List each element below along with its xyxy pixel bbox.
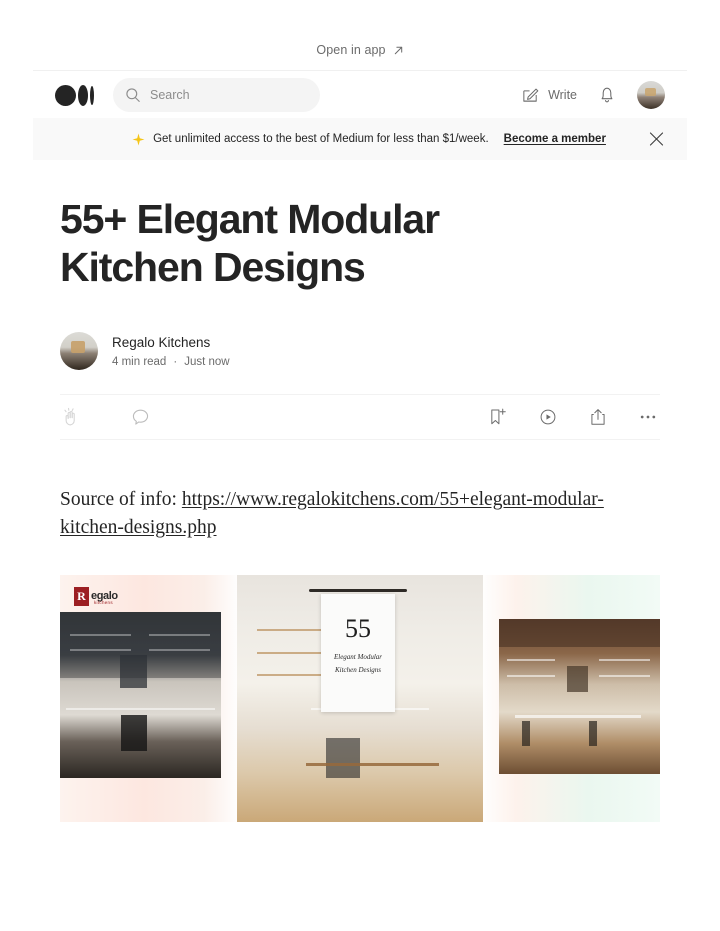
article-container: 55+ Elegant Modular Kitchen Designs Rega… [60,196,660,562]
author-byline: Regalo Kitchens 4 min read · Just now [60,332,660,371]
clap-icon[interactable] [60,406,82,428]
medium-logo-icon[interactable] [55,83,95,107]
poster-subtitle: Elegant Modular Kitchen Designs [334,651,382,678]
medium-article-page: Open in app Search Write Get unlimited a… [0,0,720,931]
poster-line-1: Elegant Modular [333,653,383,661]
sparkle-icon [132,133,145,145]
collage-panel-right [499,619,660,774]
open-in-app-label: Open in app [316,43,386,57]
open-in-app-bar: Open in app [33,30,687,71]
arrow-up-right-icon [394,46,402,54]
write-pencil-icon [523,88,539,102]
published-time: Just now [184,356,230,369]
bell-icon[interactable] [597,84,617,105]
share-icon[interactable] [588,407,608,427]
regalo-badge: R [74,586,89,606]
bookmark-add-icon[interactable] [488,407,508,427]
open-in-app-link[interactable]: Open in app [316,43,403,57]
page-title: 55+ Elegant Modular Kitchen Designs [60,196,440,290]
regalo-brand-logo: R egalo kitchens [74,585,130,607]
read-time: 4 min read [112,356,167,369]
comment-icon[interactable] [130,407,151,428]
become-a-member-link[interactable]: Become a member [504,133,606,145]
meta-separator: · [173,356,178,369]
author-name[interactable]: Regalo Kitchens [112,334,230,352]
write-button[interactable]: Write [521,85,577,104]
article-hero-collage: R egalo kitchens 55 Elegant Modular Kitc… [60,575,660,822]
poster-number: 55 [345,614,371,643]
play-listen-icon[interactable] [538,407,558,427]
user-avatar[interactable] [637,80,665,109]
poster-rod [309,589,407,592]
action-bar-right [488,407,660,427]
article-meta: 4 min read · Just now [112,356,230,368]
collage-panel-center: 55 Elegant Modular Kitchen Designs [237,575,483,822]
close-icon[interactable] [648,131,665,148]
search-box[interactable] [113,77,320,112]
byline-text: Regalo Kitchens 4 min read · Just now [112,334,230,368]
more-options-icon[interactable] [638,407,658,427]
collage-panel-left [60,612,221,778]
poster-board: 55 Elegant Modular Kitchen Designs [321,594,395,712]
write-label: Write [548,87,577,102]
nav-actions: Write [521,80,665,109]
source-prefix: Source of info: [60,489,182,511]
regalo-subtext: kitchens [94,600,113,605]
promo-text: Get unlimited access to the best of Medi… [153,133,489,145]
search-input[interactable] [150,87,300,102]
author-avatar[interactable] [60,332,98,371]
membership-promo-banner: Get unlimited access to the best of Medi… [33,118,687,160]
article-action-bar [60,394,660,441]
source-paragraph: Source of info: https://www.regalokitche… [60,486,605,543]
poster-line-2: Kitchen Designs [334,666,382,675]
action-bar-left [60,406,151,428]
promo-content: Get unlimited access to the best of Medi… [114,133,606,146]
search-icon [126,87,140,102]
top-navigation-bar: Write [33,71,687,118]
